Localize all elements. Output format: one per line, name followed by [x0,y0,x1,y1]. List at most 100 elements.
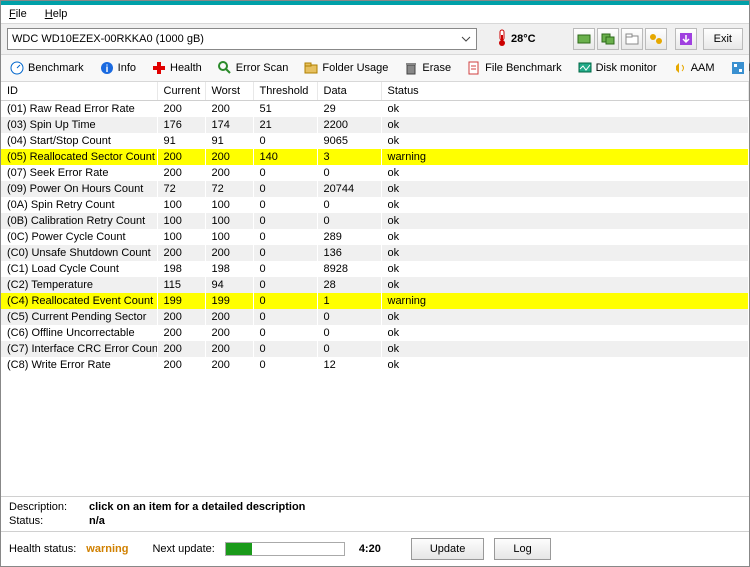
options-icon[interactable] [645,28,667,50]
tab-health[interactable]: Health [145,57,209,79]
tab-file-benchmark[interactable]: File Benchmark [460,57,568,79]
screenshot-icon[interactable] [573,28,595,50]
cell-status: ok [381,277,749,293]
cell-id: (01) Raw Read Error Rate [1,101,157,118]
table-row[interactable]: (07) Seek Error Rate20020000ok [1,165,749,181]
table-row[interactable]: (03) Spin Up Time176174212200ok [1,117,749,133]
cell-worst: 200 [205,101,253,118]
tab-error-scan[interactable]: Error Scan [211,57,296,79]
tab-info[interactable]: iInfo [93,57,143,79]
col-status[interactable]: Status [381,82,749,101]
cell-threshold: 21 [253,117,317,133]
cell-current: 91 [157,133,205,149]
table-row[interactable]: (C1) Load Cycle Count19819808928ok [1,261,749,277]
table-row[interactable]: (04) Start/Stop Count919109065ok [1,133,749,149]
status-label: Status: [9,515,79,527]
cell-threshold: 0 [253,309,317,325]
table-row[interactable]: (01) Raw Read Error Rate2002005129ok [1,101,749,118]
cell-status: warning [381,149,749,165]
cell-threshold: 0 [253,341,317,357]
cell-id: (0B) Calibration Retry Count [1,213,157,229]
cell-worst: 94 [205,277,253,293]
chevron-down-icon [458,31,474,47]
tab-benchmark[interactable]: Benchmark [3,57,91,79]
cell-current: 100 [157,197,205,213]
cell-threshold: 0 [253,165,317,181]
download-icon[interactable] [675,28,697,50]
next-update-label: Next update: [152,543,214,555]
cell-data: 20744 [317,181,381,197]
col-current[interactable]: Current [157,82,205,101]
temperature-value: 28°C [511,33,536,45]
table-row[interactable]: (C6) Offline Uncorrectable20020000ok [1,325,749,341]
cell-data: 8928 [317,261,381,277]
health-status-label: Health status: [9,543,76,555]
col-id[interactable]: ID [1,82,157,101]
cell-current: 200 [157,357,205,373]
cell-current: 200 [157,325,205,341]
cell-current: 72 [157,181,205,197]
health-footer: Health status: warning Next update: 4:20… [1,531,749,566]
col-threshold[interactable]: Threshold [253,82,317,101]
cell-id: (C8) Write Error Rate [1,357,157,373]
table-row[interactable]: (09) Power On Hours Count7272020744ok [1,181,749,197]
menu-file[interactable]: File [7,7,29,21]
device-select[interactable]: WDC WD10EZEX-00RKKA0 (1000 gB) [7,28,477,50]
cell-id: (C0) Unsafe Shutdown Count [1,245,157,261]
table-row[interactable]: (C7) Interface CRC Error Count20020000ok [1,341,749,357]
exit-button[interactable]: Exit [703,28,743,50]
cell-threshold: 0 [253,261,317,277]
cell-data: 2200 [317,117,381,133]
table-row[interactable]: (05) Reallocated Sector Count2002001403w… [1,149,749,165]
table-row[interactable]: (C5) Current Pending Sector20020000ok [1,309,749,325]
cell-current: 198 [157,261,205,277]
folder-icon[interactable] [621,28,643,50]
col-data[interactable]: Data [317,82,381,101]
menu-help[interactable]: Help [43,7,70,21]
cell-status: ok [381,117,749,133]
tab-folder-usage[interactable]: Folder Usage [297,57,395,79]
table-row[interactable]: (C8) Write Error Rate200200012ok [1,357,749,373]
table-row[interactable]: (C0) Unsafe Shutdown Count2002000136ok [1,245,749,261]
cell-threshold: 0 [253,357,317,373]
cell-status: ok [381,181,749,197]
device-select-value: WDC WD10EZEX-00RKKA0 (1000 gB) [12,33,204,45]
cell-worst: 200 [205,149,253,165]
cell-worst: 100 [205,197,253,213]
cell-threshold: 140 [253,149,317,165]
copy-icon[interactable] [597,28,619,50]
tab-aam[interactable]: AAM [666,57,722,79]
next-update-timer: 4:20 [359,543,381,555]
col-worst[interactable]: Worst [205,82,253,101]
log-button[interactable]: Log [494,538,550,560]
cell-data: 289 [317,229,381,245]
cell-data: 0 [317,197,381,213]
tab-toolbar: Benchmark iInfo Health Error Scan Folder… [1,55,749,82]
update-button[interactable]: Update [411,538,484,560]
svg-text:i: i [105,64,108,75]
cell-current: 200 [157,309,205,325]
table-row[interactable]: (0A) Spin Retry Count10010000ok [1,197,749,213]
cell-worst: 200 [205,165,253,181]
cell-threshold: 0 [253,133,317,149]
cell-current: 200 [157,341,205,357]
table-row[interactable]: (C2) Temperature11594028ok [1,277,749,293]
table-row[interactable]: (0B) Calibration Retry Count10010000ok [1,213,749,229]
smart-table-wrap[interactable]: ID Current Worst Threshold Data Status (… [1,82,749,496]
cell-current: 100 [157,229,205,245]
table-row[interactable]: (0C) Power Cycle Count1001000289ok [1,229,749,245]
cell-data: 1 [317,293,381,309]
cell-status: ok [381,325,749,341]
cell-id: (04) Start/Stop Count [1,133,157,149]
thermometer-icon [497,29,507,50]
tab-erase[interactable]: Erase [397,57,458,79]
cell-data: 9065 [317,133,381,149]
tab-disk-monitor[interactable]: Disk monitor [571,57,664,79]
cell-status: ok [381,101,749,118]
description-value: click on an item for a detailed descript… [89,501,305,513]
table-row[interactable]: (C4) Reallocated Event Count19919901warn… [1,293,749,309]
cell-id: (0C) Power Cycle Count [1,229,157,245]
cell-worst: 100 [205,213,253,229]
tab-random-access[interactable]: Random Access [724,57,750,79]
cell-status: warning [381,293,749,309]
